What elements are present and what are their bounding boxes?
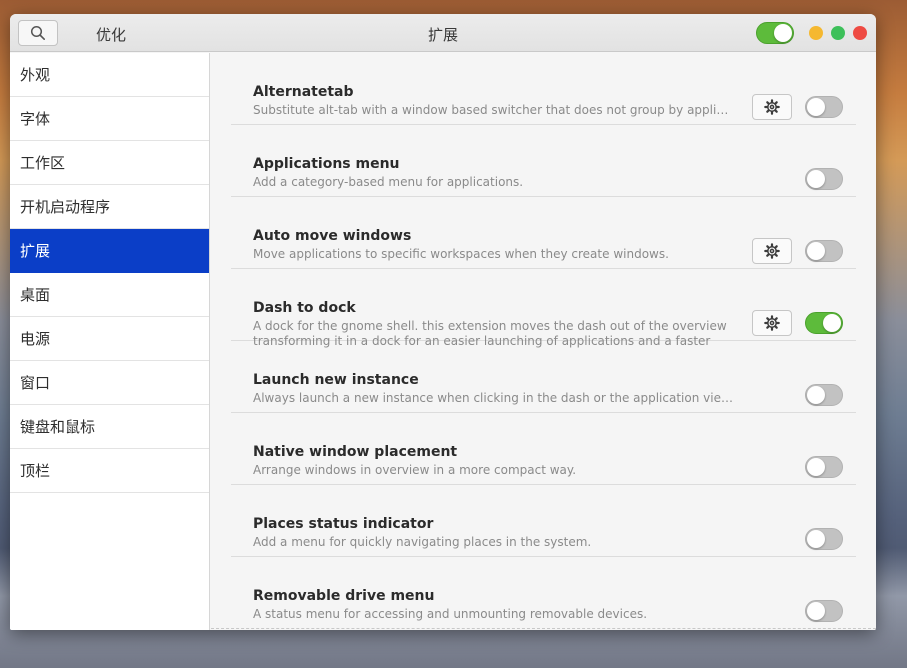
extension-name: Auto move windows [253, 228, 412, 244]
sidebar-item-windows[interactable]: 窗口 [10, 361, 209, 405]
sidebar-item-desktop[interactable]: 桌面 [10, 273, 209, 317]
gear-icon [764, 243, 780, 259]
sidebar-item-label: 桌面 [20, 286, 51, 304]
switch-knob [807, 242, 825, 260]
gear-icon [764, 315, 780, 331]
extension-toggle[interactable] [805, 168, 843, 190]
extension-toggle[interactable] [805, 96, 843, 118]
extension-description: Add a menu for quickly navigating places… [253, 535, 592, 549]
switch-knob [807, 602, 825, 620]
close-button[interactable] [853, 26, 867, 40]
extension-toggle[interactable] [805, 384, 843, 406]
extension-description: Arrange windows in overview in a more co… [253, 463, 577, 477]
sidebar-item-extensions[interactable]: 扩展 [10, 229, 209, 273]
sidebar-item-label: 键盘和鼠标 [20, 418, 96, 436]
sidebar-item-label: 窗口 [20, 374, 51, 392]
extension-name: Applications menu [253, 156, 400, 172]
sidebar-item-startup-applications[interactable]: 开机启动程序 [10, 185, 209, 229]
extension-toggle[interactable] [805, 240, 843, 262]
extension-row-removable-drive-menu: Removable drive menu A status menu for a… [231, 557, 856, 629]
extension-row-applications-menu: Applications menu Add a category-based m… [231, 125, 856, 197]
extension-row-native-window-placement: Native window placement Arrange windows … [231, 413, 856, 485]
sidebar-item-top-bar[interactable]: 顶栏 [10, 449, 209, 493]
page-title: 扩展 [427, 26, 458, 44]
extension-toggle[interactable] [805, 528, 843, 550]
titlebar: 优化 扩展 [10, 14, 876, 52]
sidebar-item-keyboard-mouse[interactable]: 键盘和鼠标 [10, 405, 209, 449]
extension-row-launch-new-instance: Launch new instance Always launch a new … [231, 341, 856, 413]
extension-row-dash-to-dock: Dash to dock A dock for the gnome shell.… [231, 269, 856, 348]
sidebar-item-appearance[interactable]: 外观 [10, 53, 209, 97]
sidebar-item-label: 字体 [20, 110, 51, 128]
extension-toggle[interactable] [805, 456, 843, 478]
extension-row-alternatetab: Alternatetab Substitute alt-tab with a w… [231, 53, 856, 125]
switch-knob [807, 386, 825, 404]
extension-toggle[interactable] [805, 600, 843, 622]
extension-settings-button[interactable] [752, 310, 792, 336]
maximize-button[interactable] [831, 26, 845, 40]
sidebar-item-label: 顶栏 [20, 462, 51, 480]
extension-description: Substitute alt-tab with a window based s… [253, 103, 733, 117]
extension-description: Always launch a new instance when clicki… [253, 391, 733, 405]
sidebar-item-label: 扩展 [20, 242, 51, 260]
extensions-master-switch[interactable] [756, 22, 794, 44]
extension-description: A status menu for accessing and unmounti… [253, 607, 648, 621]
switch-knob [807, 458, 825, 476]
extension-name: Dash to dock [253, 300, 356, 316]
minimize-button[interactable] [809, 26, 823, 40]
extension-toggle[interactable] [805, 312, 843, 334]
extensions-list: Alternatetab Substitute alt-tab with a w… [211, 53, 876, 630]
sidebar-item-label: 外观 [20, 66, 51, 84]
extension-name: Native window placement [253, 444, 458, 460]
extension-name: Launch new instance [253, 372, 419, 388]
extension-name: Places status indicator [253, 516, 434, 532]
sidebar-item-label: 工作区 [20, 154, 66, 172]
switch-knob [807, 530, 825, 548]
extension-row-auto-move-windows: Auto move windows Move applications to s… [231, 197, 856, 269]
extension-name: Removable drive menu [253, 588, 435, 604]
switch-knob [807, 98, 825, 116]
gear-icon [764, 99, 780, 115]
extension-description: Move applications to specific workspaces… [253, 247, 669, 261]
extension-row-places-status-indicator: Places status indicator Add a menu for q… [231, 485, 856, 557]
sidebar-item-power[interactable]: 电源 [10, 317, 209, 361]
scroll-edge-indicator [211, 628, 876, 630]
extension-name: Alternatetab [253, 84, 354, 100]
tweaks-window: 优化 扩展 外观 字体 工作区 开机启动程序 扩展 桌面 电源 窗口 键盘和鼠标… [10, 14, 876, 630]
sidebar-item-label: 开机启动程序 [20, 198, 111, 216]
extension-description: Add a category-based menu for applicatio… [253, 175, 524, 189]
switch-knob [774, 24, 792, 42]
sidebar-item-label: 电源 [20, 330, 51, 348]
sidebar-item-fonts[interactable]: 字体 [10, 97, 209, 141]
extension-settings-button[interactable] [752, 94, 792, 120]
switch-knob [807, 170, 825, 188]
switch-knob [823, 314, 841, 332]
sidebar: 外观 字体 工作区 开机启动程序 扩展 桌面 电源 窗口 键盘和鼠标 顶栏 [10, 53, 210, 630]
extension-settings-button[interactable] [752, 238, 792, 264]
sidebar-item-workspaces[interactable]: 工作区 [10, 141, 209, 185]
